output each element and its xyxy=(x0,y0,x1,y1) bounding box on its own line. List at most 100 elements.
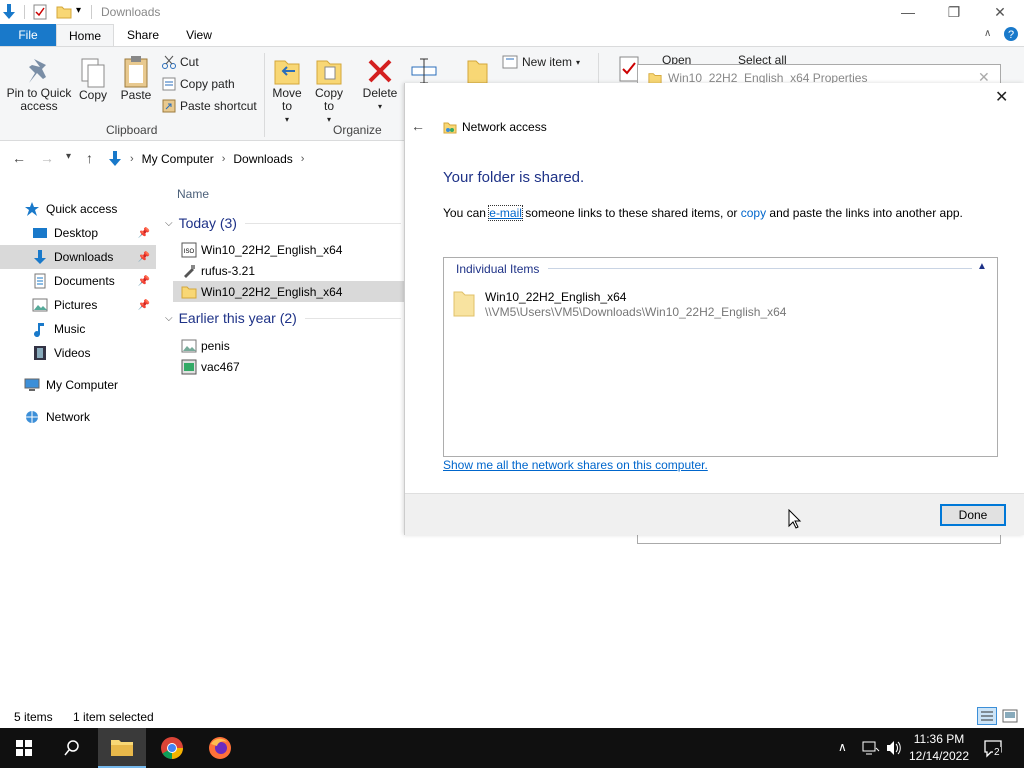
downloads-arrow-icon xyxy=(108,151,122,167)
copy-button[interactable]: Copy xyxy=(76,57,110,102)
start-button[interactable] xyxy=(0,728,48,768)
iso-icon: ISO xyxy=(181,242,197,258)
details-view-icon[interactable] xyxy=(977,707,997,725)
search-button[interactable] xyxy=(48,728,96,768)
pin-icon xyxy=(4,57,74,87)
paste-button[interactable]: Paste xyxy=(118,55,154,102)
clock-time[interactable]: 11:36 PM xyxy=(913,732,965,746)
new-item-label: New item xyxy=(522,55,573,69)
desktop-icon xyxy=(32,225,48,241)
firefox-icon xyxy=(208,736,232,760)
navigation-pane: Quick access Desktop 📌 Downloads 📌 Docum… xyxy=(0,177,156,704)
file-item[interactable]: rufus-3.21 xyxy=(173,260,405,281)
paste-label: Paste xyxy=(120,88,152,102)
move-to-button[interactable]: Move to ▾ xyxy=(270,55,304,126)
new-item-button[interactable]: New item ▾ xyxy=(502,55,580,69)
file-list: Name ⌵ Today (3) ISO Win10_22H2_English_… xyxy=(165,177,405,704)
copy-path-button[interactable]: Copy path xyxy=(162,77,235,91)
clock-date[interactable]: 12/14/2022 xyxy=(908,749,970,763)
copy-to-button[interactable]: Copy to ▾ xyxy=(312,55,346,126)
close-icon[interactable]: ✕ xyxy=(995,87,1008,107)
done-button[interactable]: Done xyxy=(940,504,1006,526)
tab-view[interactable]: View xyxy=(176,24,222,46)
taskbar: ∧ 11:36 PM 12/14/2022 2 xyxy=(0,728,1024,768)
dialog-body: You can e-mail someone links to these sh… xyxy=(443,205,963,221)
scissors-icon xyxy=(162,55,176,69)
file-item[interactable]: ISO Win10_22H2_English_x64 xyxy=(173,239,405,260)
file-item[interactable]: penis xyxy=(173,335,405,356)
group-header-today[interactable]: ⌵ Today (3) xyxy=(165,215,405,231)
tab-share[interactable]: Share xyxy=(118,24,168,46)
chrome-icon xyxy=(160,736,184,760)
rename-icon[interactable] xyxy=(410,57,438,85)
computer-icon xyxy=(24,377,40,393)
maximize-button[interactable]: ❐ xyxy=(931,0,977,24)
copy-link[interactable]: copy xyxy=(741,206,766,220)
network-share-icon xyxy=(443,120,457,134)
new-folder-big-icon[interactable] xyxy=(466,57,488,85)
copy-path-icon xyxy=(162,77,176,91)
downloads-arrow-icon xyxy=(32,249,48,265)
back-arrow-icon[interactable]: ← xyxy=(411,118,425,134)
customize-toolbar-icon[interactable]: ▾ xyxy=(76,5,81,16)
folder-icon xyxy=(452,288,476,318)
firefox-taskbar-button[interactable] xyxy=(196,728,244,768)
properties-icon[interactable] xyxy=(32,4,48,20)
windows-logo-icon xyxy=(16,740,32,756)
crumb-my-computer[interactable]: My Computer xyxy=(142,152,214,166)
up-arrow-icon[interactable]: ↑ xyxy=(86,150,93,166)
file-item[interactable]: vac467 xyxy=(173,356,405,377)
breadcrumb[interactable]: › My Computer › Downloads › xyxy=(108,147,304,171)
forward-arrow-icon[interactable]: → xyxy=(40,150,54,166)
pin-quick-access-button[interactable]: Pin to Quick access xyxy=(4,57,74,113)
nav-music[interactable]: Music xyxy=(0,317,156,341)
music-note-icon xyxy=(32,321,48,337)
cut-button[interactable]: Cut xyxy=(162,55,199,69)
file-explorer-taskbar-button[interactable] xyxy=(98,728,146,768)
chevron-up-icon[interactable]: ∧ xyxy=(984,28,991,39)
email-link[interactable]: e-mail xyxy=(488,205,523,221)
nav-desktop[interactable]: Desktop 📌 xyxy=(0,221,156,245)
volume-icon[interactable] xyxy=(886,740,902,756)
minimize-button[interactable]: — xyxy=(885,0,931,24)
paste-shortcut-button[interactable]: Paste shortcut xyxy=(162,99,257,113)
nav-pictures[interactable]: Pictures 📌 xyxy=(0,293,156,317)
pin-icon: 📌 xyxy=(137,227,150,239)
help-icon[interactable]: ? xyxy=(1003,26,1019,42)
mouse-cursor-icon xyxy=(788,509,802,529)
chevron-down-icon: ⌵ xyxy=(165,312,173,324)
close-button[interactable]: ✕ xyxy=(977,0,1023,24)
nav-videos[interactable]: Videos xyxy=(0,341,156,365)
show-hidden-icons-chevron-icon[interactable]: ∧ xyxy=(838,740,847,754)
crumb-downloads[interactable]: Downloads xyxy=(233,152,292,166)
column-header-name[interactable]: Name xyxy=(177,187,209,201)
nav-my-computer[interactable]: My Computer xyxy=(0,373,156,397)
file-item-selected[interactable]: Win10_22H2_English_x64 xyxy=(173,281,405,302)
recent-locations-chevron-icon[interactable]: ▾ xyxy=(66,151,71,162)
show-network-shares-link[interactable]: Show me all the network shares on this c… xyxy=(443,458,708,472)
nav-quick-access[interactable]: Quick access xyxy=(0,197,156,221)
back-arrow-icon[interactable]: ← xyxy=(12,150,26,166)
large-icons-view-icon[interactable] xyxy=(1001,707,1019,725)
tab-home[interactable]: Home xyxy=(56,24,114,46)
group-header-earlier-this-year[interactable]: ⌵ Earlier this year (2) xyxy=(165,310,405,326)
title-bar: ▾ Downloads — ❐ ✕ xyxy=(0,0,1024,24)
film-icon xyxy=(32,345,48,361)
tab-file[interactable]: File xyxy=(0,24,56,46)
paste-shortcut-icon xyxy=(162,99,176,113)
nav-downloads[interactable]: Downloads 📌 xyxy=(0,245,156,269)
delete-button[interactable]: Delete ▾ xyxy=(360,55,400,113)
new-folder-icon[interactable] xyxy=(56,4,72,20)
pictures-icon xyxy=(32,297,48,313)
nav-network[interactable]: Network xyxy=(0,405,156,429)
shared-item-name[interactable]: Win10_22H2_English_x64 xyxy=(485,290,626,304)
network-status-icon[interactable] xyxy=(862,740,880,756)
pin-icon: 📌 xyxy=(137,275,150,287)
collapse-chevron-icon[interactable]: ▲ xyxy=(977,261,987,272)
copy-to-label: Copy to xyxy=(314,86,343,113)
pin-icon: 📌 xyxy=(137,299,150,311)
chrome-taskbar-button[interactable] xyxy=(148,728,196,768)
ribbon-tabs: File Home Share View ∧ ? xyxy=(0,24,1024,46)
nav-documents[interactable]: Documents 📌 xyxy=(0,269,156,293)
status-bar: 5 items 1 item selected xyxy=(0,704,1024,728)
